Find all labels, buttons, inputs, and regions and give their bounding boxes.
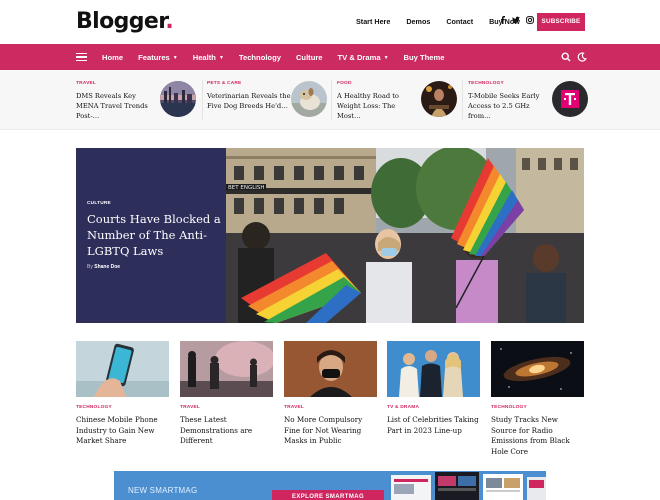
nav-item-label: Buy Theme bbox=[403, 52, 445, 62]
trending-title[interactable]: A Healthy Road to Weight Loss: The Most… bbox=[337, 91, 421, 121]
top-link-demos[interactable]: Demos bbox=[406, 17, 430, 26]
facebook-icon[interactable] bbox=[500, 16, 506, 24]
trending-item[interactable]: PETS & CARE Veterinarian Reveals the Fiv… bbox=[207, 81, 327, 121]
trending-thumbnail[interactable] bbox=[421, 81, 457, 117]
nav-item-label: TV & Drama bbox=[337, 52, 381, 62]
menu-icon[interactable] bbox=[76, 53, 87, 61]
nav-item-technology[interactable]: Technology bbox=[239, 53, 281, 62]
trending-item[interactable]: TRAVEL DMS Reveals Key MENA Travel Trend… bbox=[76, 81, 196, 121]
main-nav: Home Features ▼ Health ▼ Technology Cultur… bbox=[0, 44, 660, 70]
post-card-category[interactable]: TECHNOLOGY bbox=[76, 405, 169, 410]
chevron-down-icon: ▼ bbox=[172, 54, 178, 61]
divider bbox=[331, 80, 332, 120]
post-card-category[interactable]: TRAVEL bbox=[284, 405, 377, 410]
nav-items: Home Features ▼ Health ▼ Technology Cultur… bbox=[102, 44, 459, 70]
banner-label: NEW SMARTMAG bbox=[128, 486, 198, 495]
trending-title[interactable]: Veterinarian Reveals the Five Dog Breeds… bbox=[207, 91, 291, 111]
banner-preview-image bbox=[389, 471, 546, 500]
nav-item-tv-drama[interactable]: TV & Drama ▼ bbox=[338, 53, 389, 62]
featured-post[interactable]: CULTURE Courts Have Blocked a Number of … bbox=[76, 148, 584, 323]
top-link-contact[interactable]: Contact bbox=[446, 17, 473, 26]
featured-post-panel: CULTURE Courts Have Blocked a Number of … bbox=[76, 148, 226, 323]
post-card[interactable]: TRAVEL These Latest Demonstrations are D… bbox=[180, 341, 273, 447]
chevron-down-icon: ▼ bbox=[383, 54, 389, 61]
nav-item-label: Technology bbox=[238, 52, 281, 62]
post-card[interactable]: TRAVEL No More Compulsory Fine for Not W… bbox=[284, 341, 377, 447]
nav-item-label: Culture bbox=[295, 52, 323, 62]
post-card-image[interactable] bbox=[76, 341, 169, 397]
post-card-category[interactable]: TECHNOLOGY bbox=[491, 405, 584, 410]
featured-category[interactable]: CULTURE bbox=[87, 201, 111, 206]
chevron-down-icon: ▼ bbox=[218, 54, 224, 61]
nav-item-label: Health bbox=[192, 52, 216, 62]
site-header: Blogger. Start Here Demos Contact Buy No… bbox=[0, 0, 660, 44]
social-links bbox=[500, 16, 534, 24]
nav-item-health[interactable]: Health ▼ bbox=[193, 53, 224, 62]
nav-item-culture[interactable]: Culture bbox=[296, 53, 323, 62]
subscribe-button[interactable]: SUBSCRIBE bbox=[537, 13, 585, 31]
trending-title[interactable]: DMS Reveals Key MENA Travel Trends Post-… bbox=[76, 91, 160, 121]
trending-thumbnail[interactable] bbox=[291, 81, 327, 117]
post-card[interactable]: TECHNOLOGY Study Tracks New Source for R… bbox=[491, 341, 584, 457]
trending-item[interactable]: TECHNOLOGY T-Mobile Seeks Early Access t… bbox=[468, 81, 588, 121]
nav-item-features[interactable]: Features ▼ bbox=[138, 53, 178, 62]
post-card-title[interactable]: Study Tracks New Source for Radio Emissi… bbox=[491, 415, 584, 457]
search-icon[interactable] bbox=[561, 52, 571, 62]
post-card-title[interactable]: Chinese Mobile Phone Industry to Gain Ne… bbox=[76, 415, 169, 447]
featured-author[interactable]: Shane Doe bbox=[94, 264, 120, 270]
post-card-category[interactable]: TV & DRAMA bbox=[387, 405, 480, 410]
featured-title[interactable]: Courts Have Blocked a Number of The Anti… bbox=[87, 211, 221, 259]
nav-item-buy-theme[interactable]: Buy Theme bbox=[404, 53, 445, 62]
nav-item-label: Home bbox=[102, 52, 124, 62]
logo-dot: . bbox=[165, 9, 174, 34]
post-card-title[interactable]: No More Compulsory Fine for Not Wearing … bbox=[284, 415, 377, 447]
divider bbox=[202, 80, 203, 120]
post-card-title[interactable]: List of Celebrities Taking Part in 2023 … bbox=[387, 415, 480, 436]
featured-byline: By Shane Doe bbox=[87, 264, 120, 270]
post-card[interactable]: TECHNOLOGY Chinese Mobile Phone Industry… bbox=[76, 341, 169, 447]
svg-text:BET ENGLISH: BET ENGLISH bbox=[228, 185, 265, 191]
divider bbox=[462, 80, 463, 120]
promo-banner[interactable]: NEW SMARTMAG EXPLORE SMARTMAG bbox=[114, 471, 546, 500]
trending-thumbnail[interactable] bbox=[552, 81, 588, 117]
nav-item-home[interactable]: Home bbox=[102, 53, 123, 62]
post-card-image[interactable] bbox=[284, 341, 377, 397]
featured-image[interactable]: BET ENGLISH bbox=[226, 148, 584, 323]
logo-text: Blogger bbox=[76, 9, 166, 34]
trending-thumbnail[interactable] bbox=[160, 81, 196, 117]
instagram-icon[interactable] bbox=[526, 16, 534, 24]
post-card-category[interactable]: TRAVEL bbox=[180, 405, 273, 410]
post-card-image[interactable] bbox=[180, 341, 273, 397]
moon-icon[interactable] bbox=[577, 52, 587, 62]
top-link-start-here[interactable]: Start Here bbox=[356, 17, 390, 26]
explore-button[interactable]: EXPLORE SMARTMAG bbox=[272, 490, 384, 500]
site-logo[interactable]: Blogger. bbox=[76, 9, 174, 34]
nav-item-label: Features bbox=[138, 52, 170, 62]
post-card[interactable]: TV & DRAMA List of Celebrities Taking Pa… bbox=[387, 341, 480, 436]
byline-prefix: By bbox=[87, 264, 93, 270]
post-card-image[interactable] bbox=[491, 341, 584, 397]
trending-strip: TRAVEL DMS Reveals Key MENA Travel Trend… bbox=[0, 70, 660, 130]
twitter-icon[interactable] bbox=[512, 16, 520, 24]
trending-item[interactable]: FOOD A Healthy Road to Weight Loss: The … bbox=[337, 81, 457, 121]
post-card-title[interactable]: These Latest Demonstrations are Differen… bbox=[180, 415, 273, 447]
post-card-image[interactable] bbox=[387, 341, 480, 397]
trending-title[interactable]: T-Mobile Seeks Early Access to 2.5 GHz f… bbox=[468, 91, 552, 121]
